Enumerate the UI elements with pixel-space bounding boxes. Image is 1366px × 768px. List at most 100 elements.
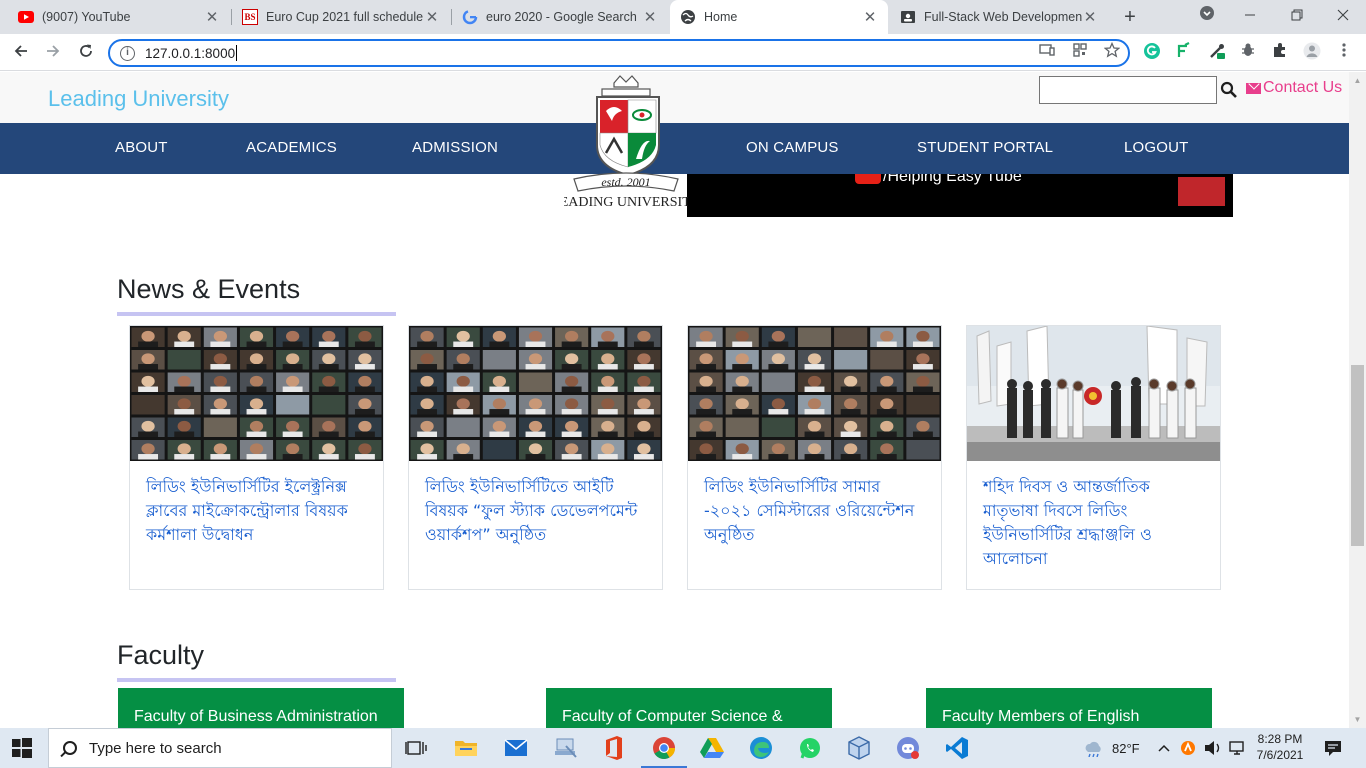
network-icon[interactable]: [1229, 728, 1247, 768]
news-card[interactable]: লিডিং ইউনিভার্সিটিতে আইটি বিষয়ক “ফুল স্…: [408, 325, 663, 590]
news-title-link[interactable]: শহিদ দিবস ও আন্তর্জাতিক মাতৃভাষা দিবসে ল…: [983, 475, 1208, 571]
google-drive-icon[interactable]: [698, 734, 726, 762]
qr-code-icon[interactable]: [1070, 42, 1090, 62]
back-arrow-icon[interactable]: [8, 40, 34, 66]
discord-icon[interactable]: [894, 734, 922, 762]
close-icon[interactable]: ✕: [862, 8, 878, 26]
scroll-up-arrow-icon[interactable]: ▲: [1349, 72, 1366, 89]
edge-icon[interactable]: [747, 734, 775, 762]
news-card[interactable]: লিডিং ইউনিভার্সিটির সামার -২০২১ সেমিস্টা…: [687, 325, 942, 590]
bookmark-star-icon[interactable]: [1102, 41, 1122, 62]
file-explorer-icon[interactable]: [452, 734, 480, 762]
news-card[interactable]: শহিদ দিবস ও আন্তর্জাতিক মাতৃভাষা দিবসে ল…: [966, 325, 1221, 590]
video-participant-tile: [203, 327, 237, 347]
faculty-card-computer-science[interactable]: Faculty of Computer Science &: [546, 688, 832, 728]
close-icon[interactable]: ✕: [1082, 8, 1098, 26]
search-icon[interactable]: [1220, 81, 1238, 99]
restore-icon[interactable]: [1285, 5, 1309, 29]
tab-full-stack-web-dev[interactable]: Full-Stack Web Development ✕: [890, 0, 1108, 34]
tab-youtube[interactable]: (9007) YouTube ✕: [8, 0, 230, 34]
extension-leaf-icon[interactable]: [1174, 42, 1194, 62]
google-icon: [462, 9, 478, 25]
contact-us-link[interactable]: Contact Us: [1246, 79, 1342, 97]
video-participant-tile: [870, 350, 904, 370]
scroll-down-arrow-icon[interactable]: ▼: [1349, 711, 1366, 728]
news-card[interactable]: লিডিং ইউনিভার্সিটির ইলেক্ট্রনিক্স ক্লাবে…: [129, 325, 384, 590]
volume-icon[interactable]: [1204, 728, 1222, 768]
new-tab-button[interactable]: +: [1118, 5, 1142, 29]
news-image-shaheed-minar[interactable]: [967, 326, 1220, 461]
profile-avatar-icon[interactable]: [1302, 42, 1322, 62]
video-participant-tile: [689, 372, 723, 392]
address-bar[interactable]: i 127.0.0.1:8000: [108, 39, 1130, 67]
office-icon[interactable]: [600, 734, 628, 762]
windows-start-icon[interactable]: [12, 738, 32, 758]
video-participant-tile: [725, 440, 759, 460]
video-participant-tile: [591, 395, 625, 415]
nav-admission[interactable]: ADMISSION: [412, 139, 498, 156]
mail-icon[interactable]: [502, 734, 530, 762]
close-icon[interactable]: ✕: [424, 8, 440, 26]
news-image-zoom-workshop[interactable]: [409, 326, 662, 461]
nav-on-campus[interactable]: ON CAMPUS: [746, 139, 839, 156]
video-participant-tile: [906, 327, 940, 347]
text-caret: [236, 45, 238, 61]
site-search-input[interactable]: [1039, 76, 1217, 104]
video-participant-tile: [348, 327, 382, 347]
minimize-icon[interactable]: [1238, 5, 1262, 29]
task-view-icon[interactable]: [402, 734, 430, 762]
close-icon[interactable]: ✕: [204, 8, 220, 26]
extensions-puzzle-icon[interactable]: [1270, 42, 1290, 62]
taskbar-clock[interactable]: 8:28 PM 7/6/2021: [1252, 731, 1308, 763]
nav-about[interactable]: ABOUT: [115, 139, 168, 156]
faculty-card-business[interactable]: Faculty of Business Administration: [118, 688, 404, 728]
browser-menu-icon[interactable]: [1334, 42, 1354, 62]
news-image-zoom-orientation[interactable]: [688, 326, 941, 461]
scrollbar-thumb[interactable]: [1351, 365, 1364, 546]
video-participant-tile: [312, 327, 346, 347]
news-image-zoom-meeting[interactable]: [130, 326, 383, 461]
forward-arrow-icon[interactable]: [40, 40, 66, 66]
weather-widget[interactable]: 82°F: [1082, 728, 1140, 768]
video-participant-tile: [410, 327, 444, 347]
avast-icon[interactable]: [1180, 728, 1196, 768]
virtualbox-icon[interactable]: [845, 734, 873, 762]
reload-icon[interactable]: [73, 40, 99, 66]
site-brand[interactable]: Leading University: [48, 86, 229, 112]
video-participant-tile: [689, 440, 723, 460]
tab-title: euro 2020 - Google Search: [486, 10, 637, 24]
video-participant-tile: [482, 440, 516, 460]
nav-logout[interactable]: LOGOUT: [1124, 139, 1189, 156]
taskbar-search-box[interactable]: Type here to search: [48, 728, 392, 768]
close-window-icon[interactable]: [1331, 5, 1355, 29]
nav-academics[interactable]: ACADEMICS: [246, 139, 337, 156]
tab-home[interactable]: Home ✕: [670, 0, 888, 34]
network-app-icon[interactable]: [552, 734, 580, 762]
news-title-link[interactable]: লিডিং ইউনিভার্সিটির সামার -২০২১ সেমিস্টা…: [704, 475, 929, 547]
tab-google-search[interactable]: euro 2020 - Google Search ✕: [452, 0, 668, 34]
bug-extension-icon[interactable]: [1238, 42, 1258, 62]
install-app-icon[interactable]: [1037, 42, 1057, 62]
tab-euro-cup-schedule[interactable]: BS Euro Cup 2021 full schedule, ✕: [232, 0, 450, 34]
grammarly-extension-icon[interactable]: [1142, 42, 1162, 62]
color-picker-extension-icon[interactable]: [1207, 42, 1227, 62]
vscode-icon[interactable]: [943, 734, 971, 762]
video-participant-tile: [410, 372, 444, 392]
chrome-icon[interactable]: [641, 734, 687, 768]
tab-search-icon[interactable]: [1195, 5, 1219, 29]
nav-student-portal[interactable]: STUDENT PORTAL: [917, 139, 1053, 156]
news-title-link[interactable]: লিডিং ইউনিভার্সিটিতে আইটি বিষয়ক “ফুল স্…: [425, 475, 650, 547]
video-participant-tile: [834, 440, 868, 460]
whatsapp-icon[interactable]: [796, 734, 824, 762]
show-hidden-icons-chevron-icon[interactable]: [1157, 728, 1171, 768]
video-participant-tile: [797, 327, 832, 347]
notifications-icon[interactable]: [1323, 728, 1343, 768]
news-title-link[interactable]: লিডিং ইউনিভার্সিটির ইলেক্ট্রনিক্স ক্লাবে…: [146, 475, 371, 547]
subscribe-button[interactable]: [1178, 177, 1225, 206]
site-info-icon[interactable]: i: [120, 45, 135, 61]
faculty-card-english[interactable]: Faculty Members of English: [926, 688, 1212, 728]
close-icon[interactable]: ✕: [642, 8, 658, 26]
youtube-video-embed[interactable]: /Helping Easy Tube: [687, 168, 1233, 217]
university-logo[interactable]: estd. 2001 LEADING UNIVERSITY: [551, 75, 701, 215]
page-scrollbar[interactable]: ▲ ▼: [1349, 72, 1366, 728]
